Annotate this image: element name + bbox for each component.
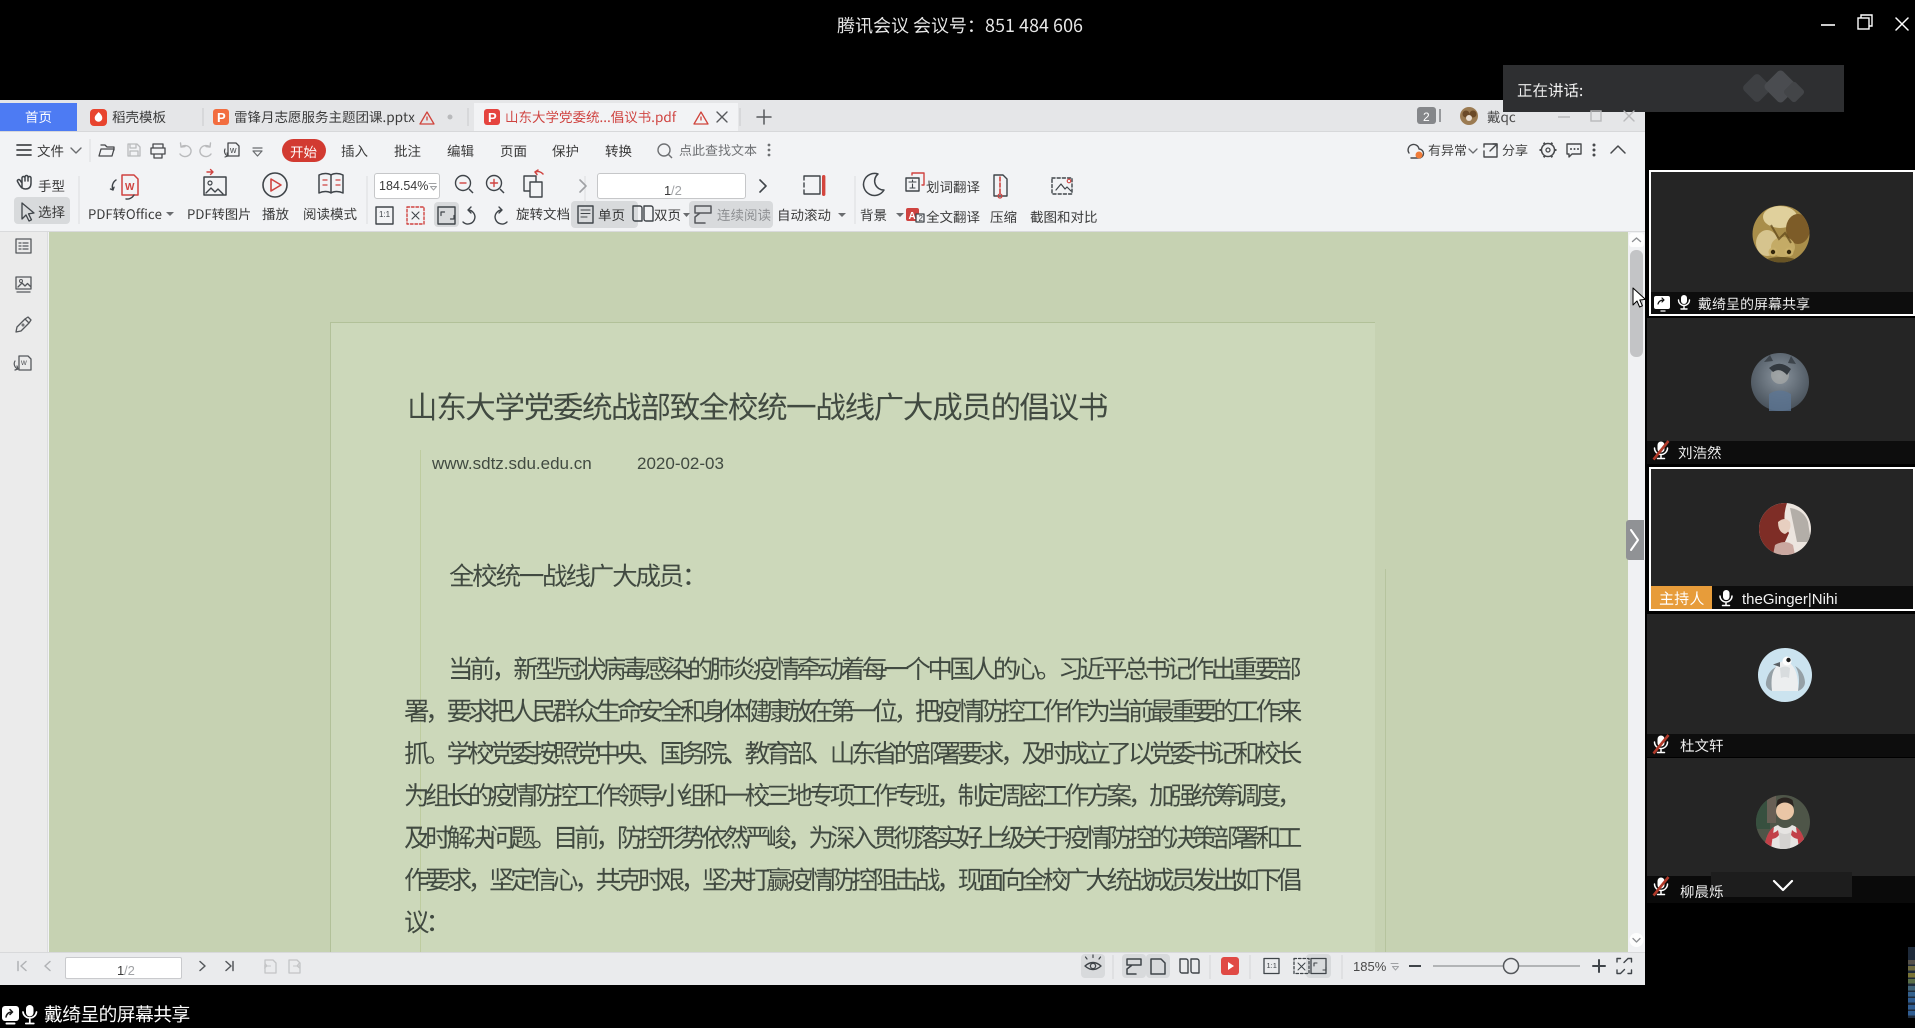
svg-text:P: P (488, 110, 497, 125)
svg-text:2: 2 (1423, 110, 1430, 124)
svg-text:P: P (217, 110, 226, 125)
svg-text:A: A (909, 211, 916, 222)
svg-text:2: 2 (919, 214, 924, 223)
